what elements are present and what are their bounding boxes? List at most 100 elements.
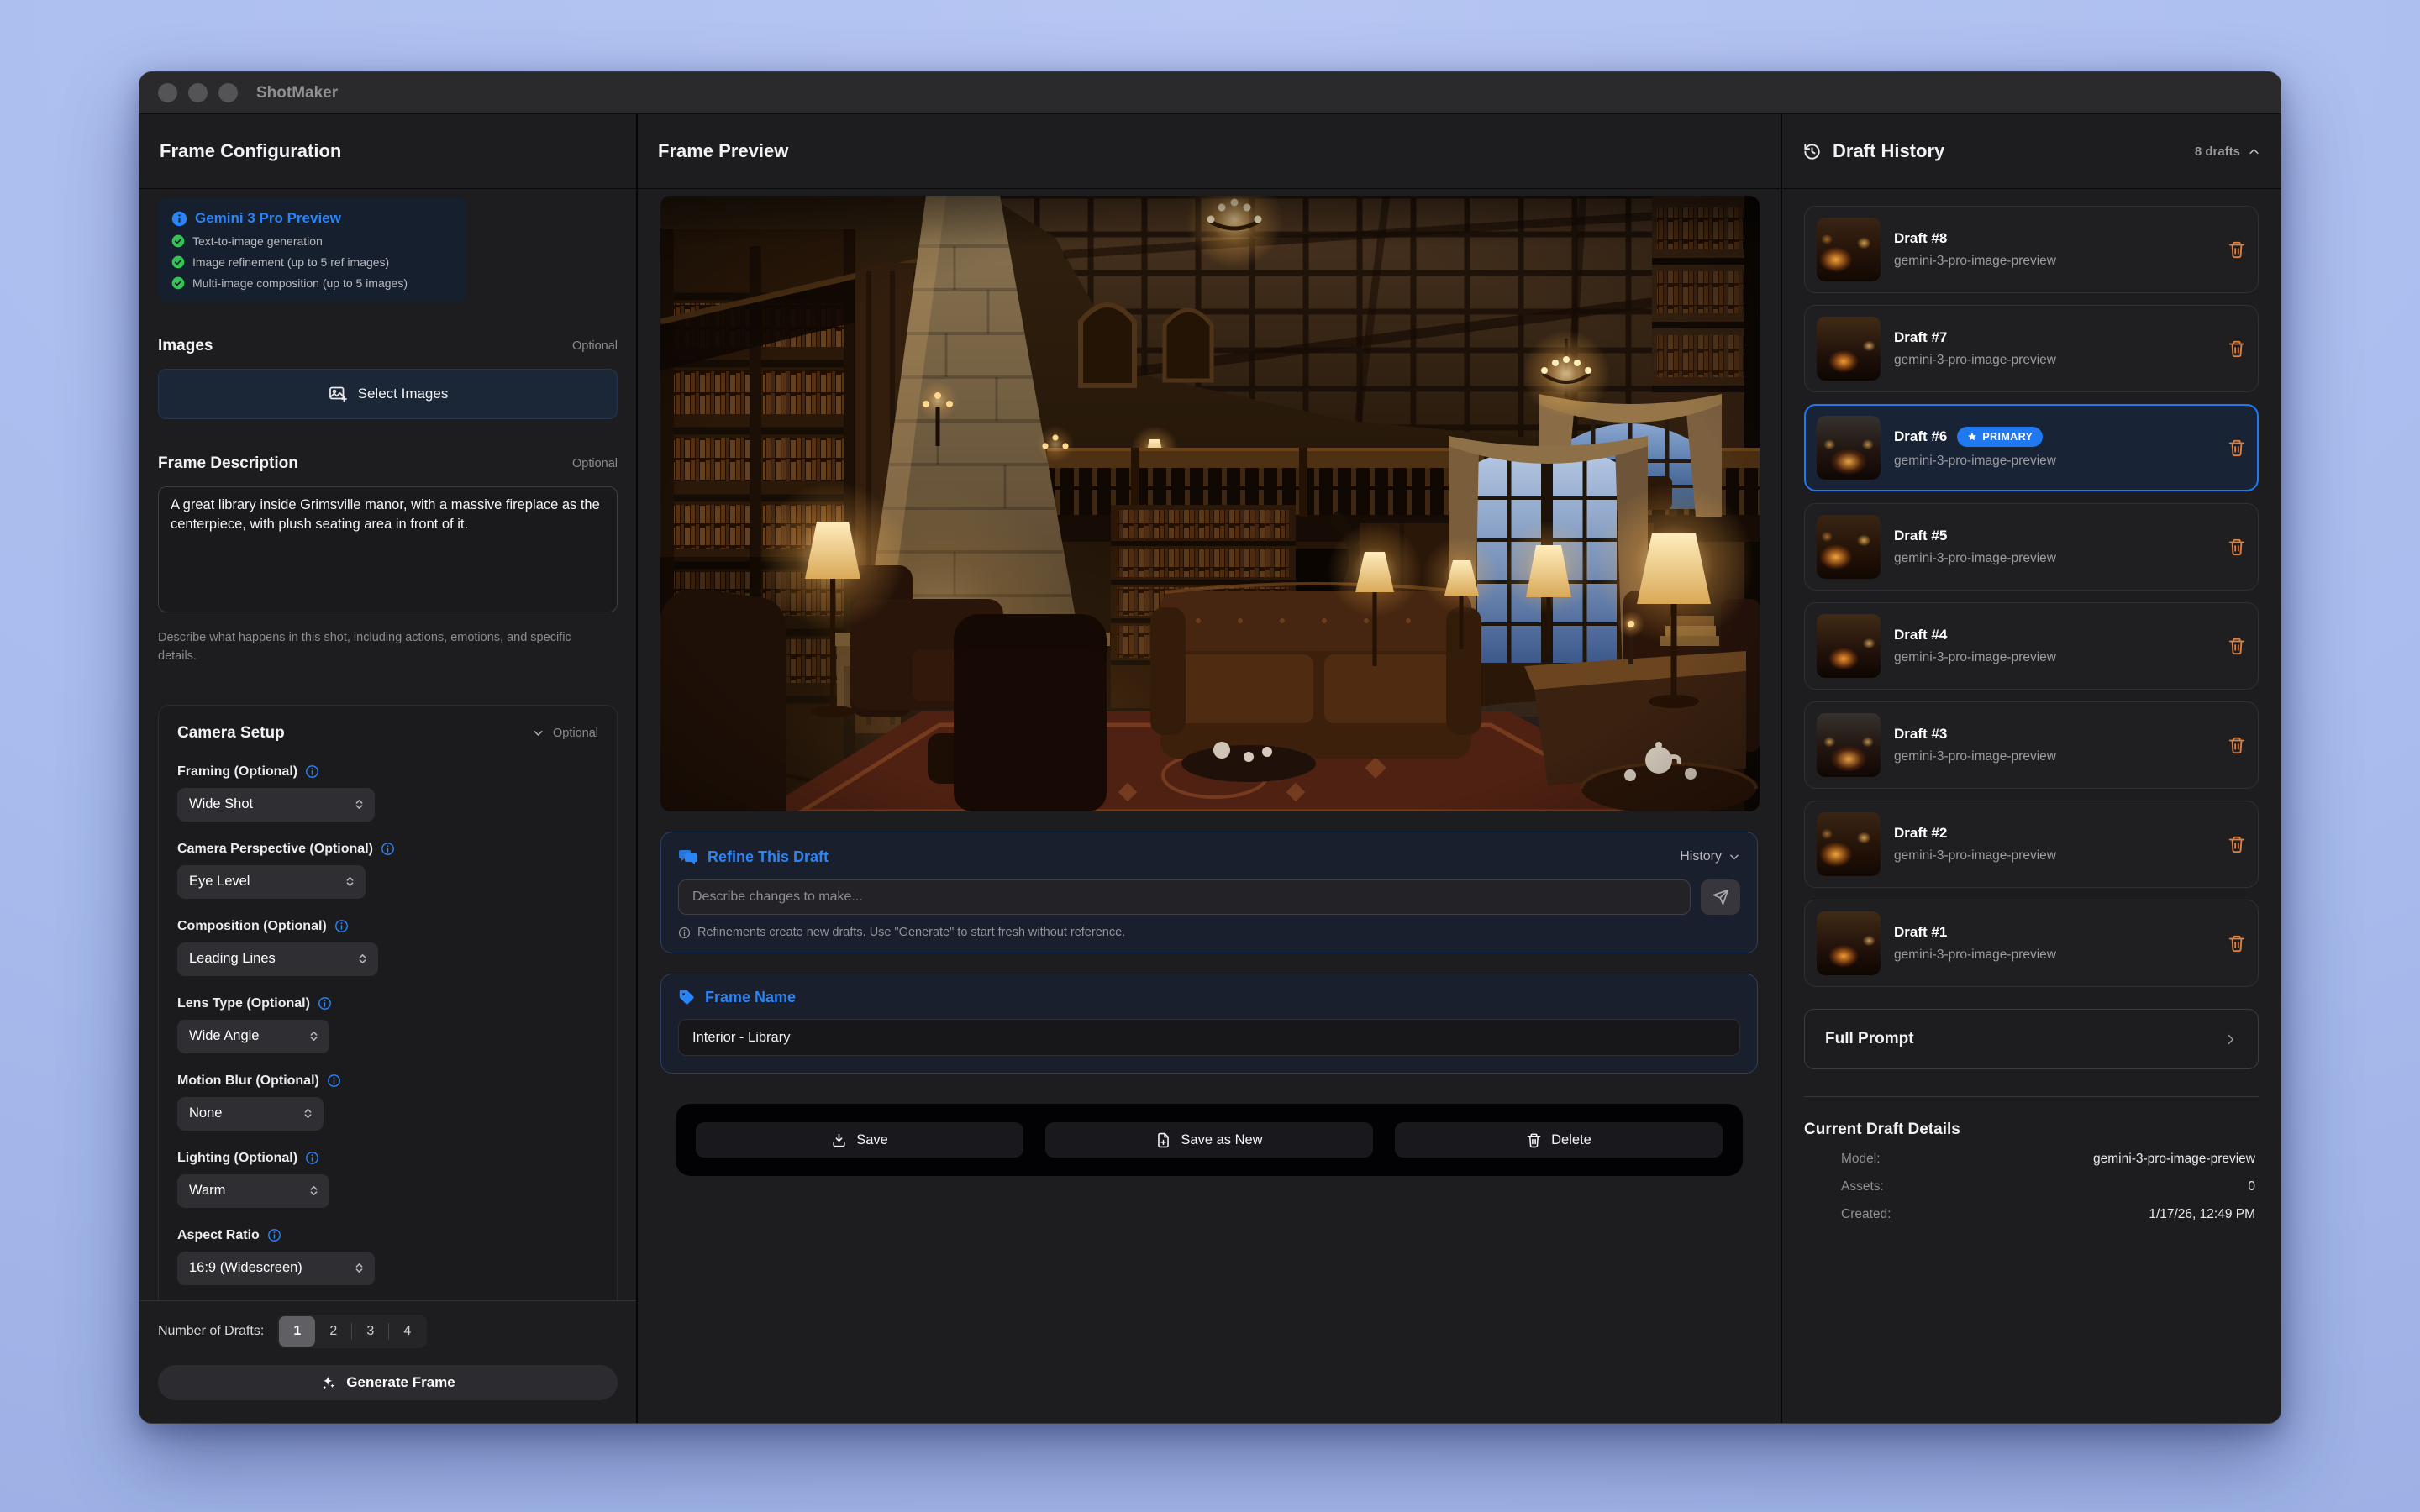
window-title: ShotMaker [256,84,338,102]
up-down-chevrons-icon [308,1030,320,1042]
draft-item-7[interactable]: Draft #7 gemini-3-pro-image-preview [1804,305,2259,392]
camera-perspective-select[interactable]: Eye Level [177,865,366,899]
frame-description-helper: Describe what happens in this shot, incl… [158,628,581,666]
draft-item-8[interactable]: Draft #8 gemini-3-pro-image-preview [1804,206,2259,293]
save-as-new-button[interactable]: Save as New [1045,1122,1373,1158]
refine-instructions-input[interactable] [678,879,1691,915]
frame-description-input[interactable]: A great library inside Grimsville manor,… [158,486,618,612]
delete-draft-button[interactable] [2228,339,2246,358]
drafts-count-option-3[interactable]: 3 [352,1316,388,1347]
divider [1804,1096,2259,1097]
full-prompt-expander[interactable]: Full Prompt [1804,1009,2259,1069]
frame-description-title: Frame Description [158,454,298,473]
motion-blur-label: Motion Blur (Optional) [177,1074,598,1089]
save-button[interactable]: Save [696,1122,1023,1158]
draft-thumbnail [1817,911,1881,975]
lighting-select[interactable]: Warm [177,1174,329,1208]
draft-thumbnail [1817,614,1881,678]
frame-name-title: Frame Name [705,989,796,1006]
app-window: ShotMaker Frame Configuration Gemini 3 P… [139,71,2281,1424]
frame-name-card: Frame Name [660,974,1758,1074]
draft-thumbnail [1817,416,1881,480]
number-of-drafts-label: Number of Drafts: [158,1324,264,1339]
generate-frame-button[interactable]: Generate Frame [158,1365,618,1400]
drafts-count-option-1[interactable]: 1 [279,1316,315,1347]
delete-button[interactable]: Delete [1395,1122,1723,1158]
draft-item-2[interactable]: Draft #2 gemini-3-pro-image-preview [1804,801,2259,888]
up-down-chevrons-icon [356,953,369,965]
aspect-ratio-label: Aspect Ratio [177,1228,598,1243]
aspect-ratio-select[interactable]: 16:9 (Widescreen) [177,1252,375,1285]
images-section-title: Images [158,337,213,355]
info-icon [327,1074,341,1088]
draft-item-4[interactable]: Draft #4 gemini-3-pro-image-preview [1804,602,2259,690]
select-images-button[interactable]: Select Images [158,369,618,419]
delete-label: Delete [1551,1132,1591,1148]
close-window-button[interactable] [158,83,177,102]
full-prompt-label: Full Prompt [1825,1030,1914,1048]
camera-setup-collapse[interactable]: Optional [532,727,598,740]
delete-draft-button[interactable] [2228,934,2246,953]
frame-name-input[interactable] [678,1019,1740,1056]
detail-row-created: Created: 1/17/26, 12:49 PM [1804,1207,2259,1222]
send-refinement-button[interactable] [1701,879,1740,915]
info-icon [334,919,349,933]
frame-preview-panel: Frame Preview [638,114,1781,1424]
up-down-chevrons-icon [308,1184,320,1197]
lens-type-select[interactable]: Wide Angle [177,1020,329,1053]
draft-item-5[interactable]: Draft #5 gemini-3-pro-image-preview [1804,503,2259,591]
model-feature: Image refinement (up to 5 ref images) [171,255,454,269]
info-icon [305,1151,319,1165]
star-icon [1967,432,1977,442]
drafts-count-label: 8 drafts [2195,144,2240,159]
frame-configuration-panel: Frame Configuration Gemini 3 Pro Preview… [139,114,638,1424]
delete-draft-button[interactable] [2228,438,2246,457]
refine-draft-card: Refine This Draft History [660,832,1758,953]
camera-setup-card: Camera Setup Optional Framing (Optional)… [158,705,618,1300]
composition-select[interactable]: Leading Lines [177,942,378,976]
history-icon [1802,142,1822,161]
image-plus-icon [328,384,348,404]
draft-thumbnail [1817,515,1881,579]
drafts-count-option-4[interactable]: 4 [389,1316,425,1347]
traffic-lights [158,83,238,102]
up-down-chevrons-icon [353,1262,366,1274]
draft-item-6-selected[interactable]: Draft #6 PRIMARY gemini-3-pro-image-prev… [1804,404,2259,491]
current-draft-details-title: Current Draft Details [1804,1121,2259,1139]
draft-item-1[interactable]: Draft #1 gemini-3-pro-image-preview [1804,900,2259,987]
save-icon [831,1132,847,1148]
model-feature: Multi-image composition (up to 5 images) [171,276,454,290]
chevron-down-icon [1728,851,1740,863]
check-circle-icon [171,276,185,290]
window-titlebar: ShotMaker [139,72,2281,114]
tag-icon [678,989,696,1006]
delete-draft-button[interactable] [2228,736,2246,754]
select-images-label: Select Images [358,386,449,402]
minimize-window-button[interactable] [188,83,208,102]
zoom-window-button[interactable] [218,83,238,102]
send-icon [1712,889,1729,906]
draft-thumbnail [1817,317,1881,381]
delete-draft-button[interactable] [2228,240,2246,259]
model-name: Gemini 3 Pro Preview [195,210,341,227]
chevron-right-icon [2223,1032,2238,1047]
motion-blur-select[interactable]: None [177,1097,324,1131]
drafts-count-option-2[interactable]: 2 [315,1316,351,1347]
framing-select[interactable]: Wide Shot [177,788,375,822]
chevron-up-icon[interactable] [2248,145,2260,158]
draft-item-3[interactable]: Draft #3 gemini-3-pro-image-preview [1804,701,2259,789]
generated-frame-image[interactable] [660,196,1760,811]
delete-draft-button[interactable] [2228,538,2246,556]
refine-history-dropdown[interactable]: History [1680,849,1740,864]
info-icon [381,842,395,856]
delete-draft-button[interactable] [2228,637,2246,655]
frame-action-bar: Save Save as New Delete [676,1104,1743,1176]
frame-preview-header: Frame Preview [638,114,1781,189]
camera-setup-title: Camera Setup [177,724,285,743]
draft-history-panel: Draft History 8 drafts Draft #8 gemini-3… [1781,114,2281,1424]
composition-label: Composition (Optional) [177,919,598,934]
camera-perspective-label: Camera Perspective (Optional) [177,842,598,857]
up-down-chevrons-icon [353,798,366,811]
left-panel-footer: Number of Drafts: 1 2 3 4 Generate Frame [139,1300,636,1424]
delete-draft-button[interactable] [2228,835,2246,853]
